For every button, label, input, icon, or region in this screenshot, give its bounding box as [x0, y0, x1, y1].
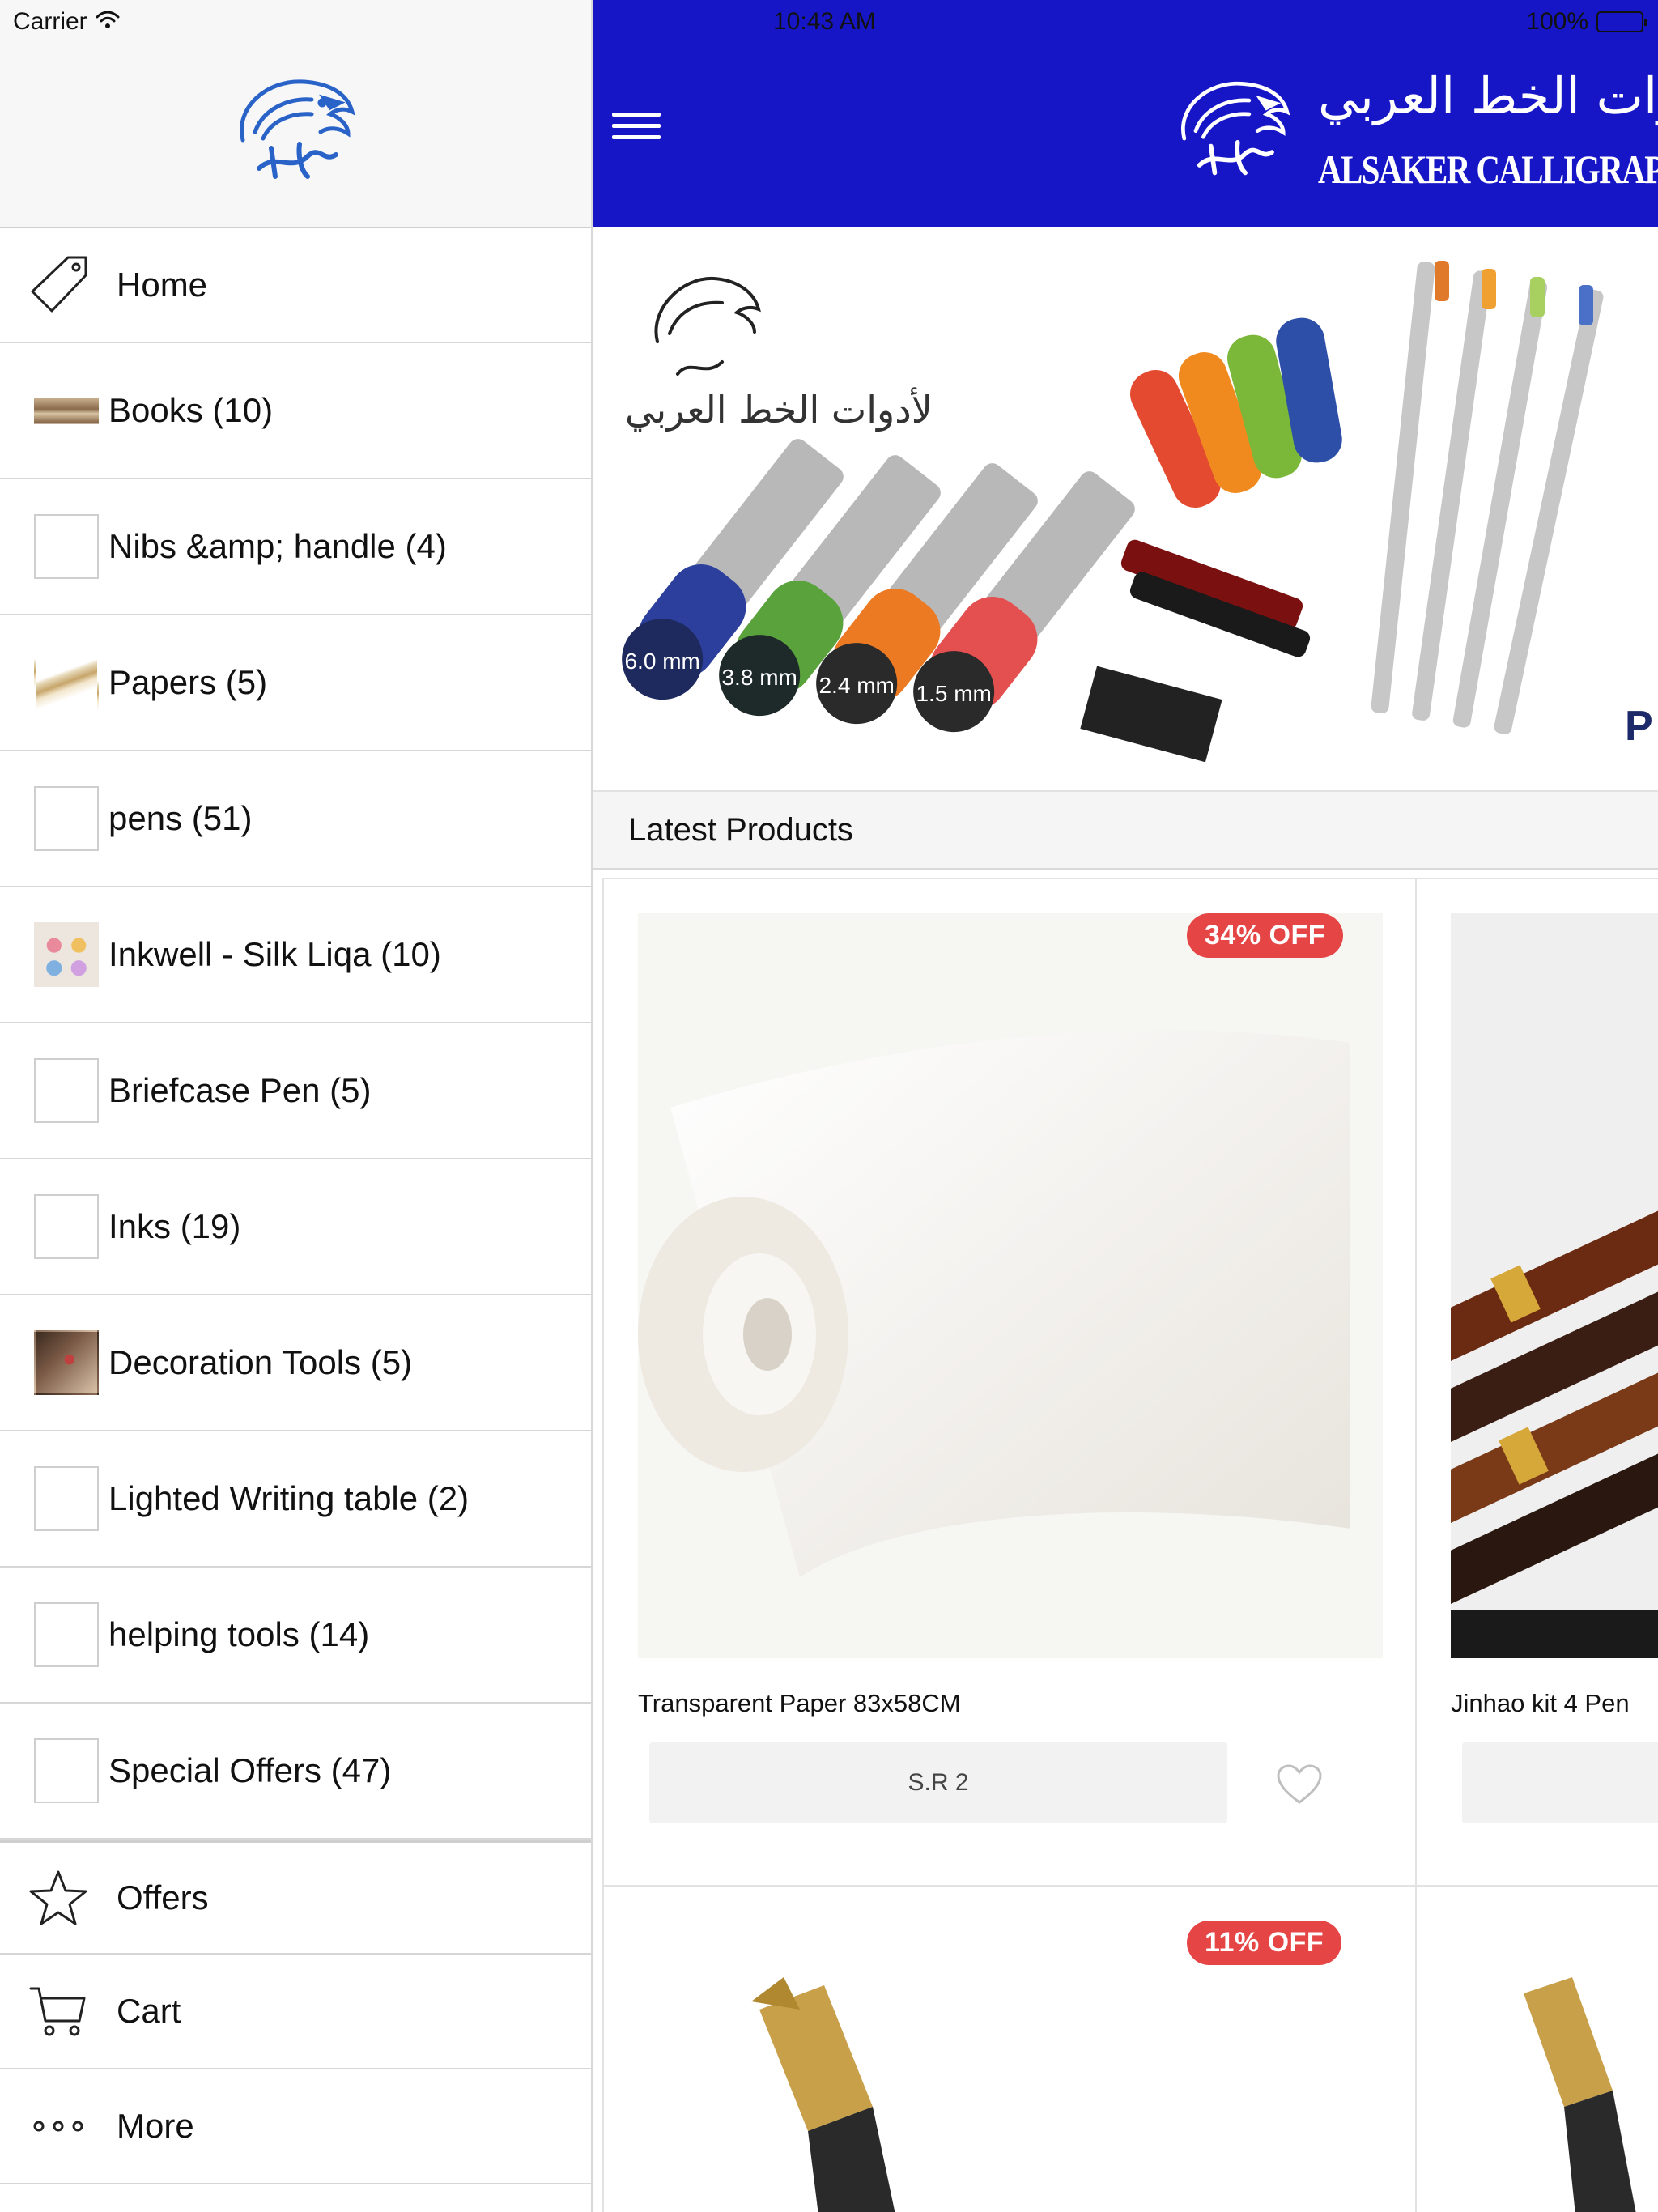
sidebar-item-label: More: [117, 2107, 194, 2145]
tag-icon: [28, 254, 89, 316]
product-price: S.R 2: [908, 1769, 969, 1796]
sidebar-item-home[interactable]: Home: [0, 228, 591, 343]
falcon-logo-icon[interactable]: [1169, 66, 1299, 192]
more-dots-icon: [28, 2095, 89, 2157]
pen-size-label: 6.0 mm: [624, 649, 699, 674]
status-time: 10:43 AM: [773, 8, 876, 35]
price-button[interactable]: S.R 2: [649, 1742, 1227, 1823]
sidebar-item-special-offers[interactable]: Special Offers (47): [0, 1704, 591, 1840]
sidebar-item-lighted-writing-table[interactable]: Lighted Writing table (2): [0, 1431, 591, 1568]
banner-edge-text: P: [1625, 703, 1653, 750]
status-bar: Carrier 10:43 AM 100%: [0, 0, 1658, 45]
sidebar: Home Books (10) Nibs &amp; handle (4) Pa…: [0, 0, 593, 2212]
sidebar-item-label: Special Offers (47): [108, 1751, 392, 1789]
star-icon: [28, 1867, 89, 1929]
promo-banner[interactable]: لأدوات الخط العربي 6.0 mm 3.8 mm 2.4 mm …: [593, 228, 1658, 790]
wifi-icon: [96, 8, 120, 36]
pen-size-label: 3.8 mm: [721, 665, 797, 690]
sidebar-item-briefcase-pen[interactable]: Briefcase Pen (5): [0, 1023, 591, 1159]
category-thumbnail: [34, 650, 99, 715]
sidebar-item-pens[interactable]: pens (51): [0, 751, 591, 887]
carrier-label: Carrier: [13, 8, 87, 35]
category-thumbnail: [34, 1602, 99, 1667]
sidebar-item-label: Papers (5): [108, 663, 268, 701]
status-carrier: Carrier: [13, 8, 120, 36]
category-thumbnail: [34, 378, 99, 443]
product-title: Transparent Paper 83x58CM: [638, 1689, 961, 1717]
sidebar-item-label: pens (51): [108, 799, 253, 837]
brand-title: ALSAKER CALLIGRAPHY TOOLS: [1318, 147, 1658, 192]
latest-products-header: Latest Products: [593, 790, 1658, 870]
sidebar-item-inkwell[interactable]: Inkwell - Silk Liqa (10): [0, 887, 591, 1023]
sidebar-item-decoration-tools[interactable]: Decoration Tools (5): [0, 1295, 591, 1431]
category-thumbnail: [34, 1738, 99, 1803]
category-thumbnail: [34, 922, 99, 987]
sidebar-item-label: Lighted Writing table (2): [108, 1479, 470, 1517]
sidebar-item-label: helping tools (14): [108, 1615, 370, 1653]
product-image: [638, 913, 1383, 1658]
product-card[interactable]: [1415, 1885, 1658, 2212]
sidebar-item-label: Books (10): [108, 391, 274, 429]
hamburger-icon[interactable]: [612, 105, 661, 154]
product-grid: 34% OFF Transparent Paper 83x58CM S.R 2: [593, 878, 1658, 2212]
sidebar-item-more[interactable]: More: [0, 2069, 591, 2184]
category-thumbnail: [34, 1194, 99, 1259]
discount-badge: 11% OFF: [1187, 1921, 1342, 1965]
brand-arabic-title: الصقر لأدوات الخط العربي: [1318, 66, 1658, 125]
product-image: [1451, 913, 1658, 1658]
sidebar-item-inks[interactable]: Inks (19): [0, 1159, 591, 1295]
battery-icon: [1596, 11, 1647, 32]
discount-badge: 34% OFF: [1187, 913, 1343, 958]
app-root: Home Books (10) Nibs &amp; handle (4) Pa…: [0, 0, 1658, 2212]
sidebar-item-nibs-handle[interactable]: Nibs &amp; handle (4): [0, 479, 591, 615]
sidebar-item-helping-tools[interactable]: helping tools (14): [0, 1568, 591, 1704]
main-content: الصقر لأدوات الخط العربي ALSAKER CALLIGR…: [593, 0, 1658, 2212]
category-thumbnail: [34, 1466, 99, 1531]
sidebar-item-label: Briefcase Pen (5): [108, 1071, 372, 1109]
pen-size-label: 1.5 mm: [916, 681, 991, 706]
sidebar-item-label: Offers: [117, 1878, 209, 1916]
falcon-logo-icon[interactable]: [227, 67, 364, 193]
sidebar-item-label: Decoration Tools (5): [108, 1343, 413, 1381]
sidebar-item-label: Cart: [117, 1992, 181, 2030]
product-image: [1451, 1921, 1658, 2212]
sidebar-item-papers[interactable]: Papers (5): [0, 615, 591, 751]
product-card[interactable]: 34% OFF Transparent Paper 83x58CM S.R 2: [602, 878, 1417, 1887]
sidebar-item-cart[interactable]: Cart: [0, 1955, 591, 2069]
category-thumbnail: [34, 1330, 99, 1395]
category-thumbnail: [34, 1058, 99, 1123]
sidebar-item-label: Nibs &amp; handle (4): [108, 527, 447, 565]
heart-icon[interactable]: [1276, 1763, 1323, 1806]
category-thumbnail: [34, 786, 99, 851]
sidebar-item-label: Inks (19): [108, 1207, 241, 1245]
banner-logo-text: لأدوات الخط العربي: [625, 387, 933, 432]
sidebar-item-label: Home: [117, 266, 208, 304]
sidebar-item-label: Inkwell - Silk Liqa (10): [108, 935, 441, 973]
section-title: Latest Products: [628, 811, 853, 848]
category-thumbnail: [34, 514, 99, 579]
product-card[interactable]: 11% OFF: [602, 1885, 1417, 2212]
product-card[interactable]: Jinhao kit 4 Pen: [1415, 878, 1658, 1887]
product-title: Jinhao kit 4 Pen: [1451, 1689, 1630, 1717]
price-button[interactable]: [1462, 1742, 1658, 1823]
cart-icon: [28, 1980, 89, 2042]
pen-size-label: 2.4 mm: [818, 673, 894, 698]
sidebar-item-books[interactable]: Books (10): [0, 343, 591, 479]
sidebar-item-offers[interactable]: Offers: [0, 1840, 591, 1955]
status-battery: 100%: [1526, 8, 1647, 36]
battery-percent: 100%: [1526, 8, 1588, 35]
